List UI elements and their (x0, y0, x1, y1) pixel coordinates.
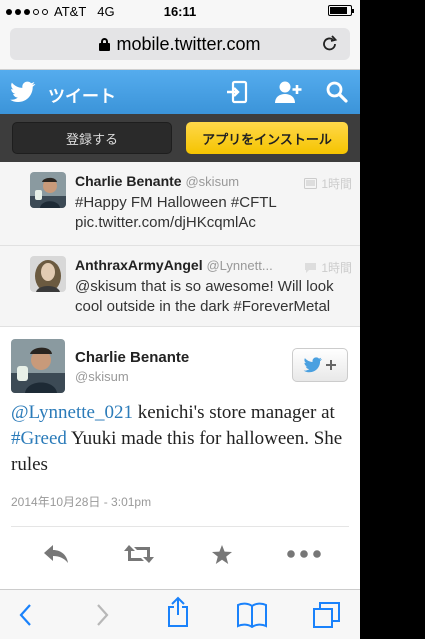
sign-in-icon[interactable] (226, 80, 248, 109)
avatar[interactable] (30, 256, 66, 292)
status-time: 16:11 (163, 4, 197, 19)
author-name[interactable]: Charlie Benante (75, 349, 189, 366)
browser-toolbar (0, 589, 360, 639)
tweet-time: 1時間 (321, 261, 352, 275)
reply-author[interactable]: Charlie Benante @skisum (75, 173, 239, 189)
tweet-text: @Lynnette_021 kenichi's store manager at… (11, 400, 349, 478)
twitter-header: ツイート (0, 70, 360, 114)
author-handle: @Lynnett... (206, 258, 273, 273)
avatar[interactable] (30, 172, 66, 208)
reply-text: #Happy FM Halloween #CFTL pic.twitter.co… (75, 194, 277, 231)
address-field[interactable]: mobile.twitter.com (10, 28, 350, 60)
tweet-date[interactable]: 2014年10月28日 - 3:01pm (11, 493, 151, 510)
lock-icon (99, 37, 111, 51)
reply-bubble-icon (305, 263, 317, 273)
tweet-meta: 1時間 (304, 259, 352, 276)
reply-tweet[interactable]: Charlie Benante @skisum 1時間 #Happy FM Ha… (0, 162, 360, 246)
browser-url-bar: mobile.twitter.com (0, 22, 360, 70)
url-text: mobile.twitter.com (116, 33, 261, 54)
tweet-actions (0, 539, 360, 569)
plus-icon (326, 360, 336, 370)
install-app-button[interactable]: アプリをインストール (186, 122, 348, 154)
photo-icon (304, 178, 318, 189)
reload-icon[interactable] (322, 35, 338, 58)
battery-level (330, 7, 347, 14)
more-options-icon[interactable] (287, 539, 321, 569)
author-handle[interactable]: @skisum (75, 369, 129, 384)
avatar[interactable] (11, 339, 65, 393)
header-title: ツイート (48, 87, 116, 106)
retweet-icon[interactable] (122, 539, 156, 569)
twitter-bird-icon[interactable] (10, 81, 36, 108)
back-icon[interactable] (10, 600, 40, 630)
twitter-bird-icon (303, 357, 322, 373)
hashtag-link[interactable]: #Greed (11, 428, 67, 449)
tweet-time: 1時間 (321, 177, 352, 191)
follow-button[interactable] (292, 348, 348, 382)
app-install-bar: 登録する アプリをインストール (0, 114, 360, 162)
main-tweet: Charlie Benante @skisum @Lynnette_021 ke… (0, 327, 360, 589)
tweet-text-part: kenichi's store manager at (132, 402, 335, 423)
reply-tweet[interactable]: AnthraxArmyAngel @Lynnett... 1時間 @skisum… (0, 246, 360, 327)
share-icon[interactable] (163, 596, 193, 627)
phone-screen: AT&T 4G 16:11 mobile.twitter.com ツイート 登録… (0, 0, 360, 639)
author-handle: @skisum (185, 174, 240, 189)
author-name: Charlie Benante (75, 173, 182, 189)
forward-icon[interactable] (88, 600, 118, 630)
tabs-icon[interactable] (312, 600, 342, 630)
bookmarks-icon[interactable] (237, 600, 267, 630)
search-icon[interactable] (326, 81, 348, 108)
author-name: AnthraxArmyAngel (75, 257, 203, 273)
add-user-icon[interactable] (274, 80, 302, 109)
divider (11, 526, 349, 527)
mention-link[interactable]: @Lynnette_021 (11, 402, 133, 423)
status-bar: AT&T 4G 16:11 (0, 0, 360, 22)
register-button[interactable]: 登録する (12, 122, 172, 154)
reply-icon[interactable] (39, 539, 73, 569)
battery-icon (328, 5, 354, 16)
reply-author[interactable]: AnthraxArmyAngel @Lynnett... (75, 257, 273, 273)
favorite-star-icon[interactable] (205, 539, 239, 569)
reply-text: @skisum that is so awesome! Will look co… (75, 278, 334, 315)
tweet-meta: 1時間 (304, 175, 352, 192)
